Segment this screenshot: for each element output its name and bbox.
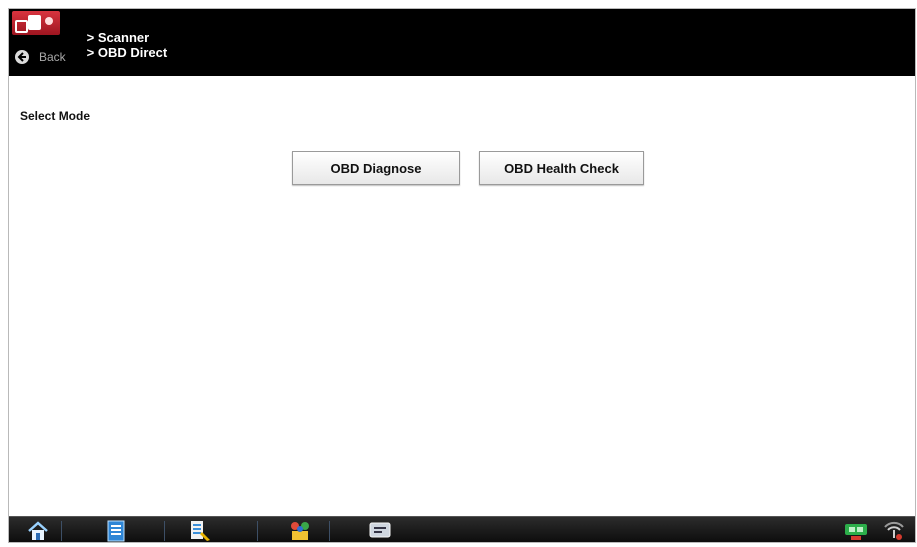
data-manager-icon[interactable] [185, 518, 215, 542]
obd-diagnose-button[interactable]: OBD Diagnose [292, 151, 460, 185]
obd-health-check-button[interactable]: OBD Health Check [479, 151, 644, 185]
back-button[interactable]: Back [15, 47, 66, 67]
taskbar [9, 516, 915, 542]
logo-mark-center [28, 15, 41, 30]
taskbar-divider [61, 521, 62, 541]
taskbar-divider [257, 521, 258, 541]
page-title: Select Mode [20, 109, 91, 123]
app-logo[interactable] [12, 11, 60, 35]
list-icon[interactable] [101, 518, 131, 542]
back-arrow-icon [15, 50, 29, 64]
connection-icon[interactable] [841, 518, 871, 542]
logo-mark-left [15, 20, 28, 33]
shop-tools-icon[interactable] [285, 518, 315, 542]
home-icon[interactable] [23, 518, 53, 542]
signal-icon[interactable] [879, 518, 909, 542]
header-bar: > Scanner > OBD Direct Back [9, 9, 915, 76]
back-label: Back [39, 50, 66, 64]
logo-mark-right [45, 17, 53, 25]
app-window: > Scanner > OBD Direct Back Select Mode … [8, 8, 916, 543]
taskbar-divider [329, 521, 330, 541]
breadcrumb: > Scanner > OBD Direct [65, 15, 176, 75]
breadcrumb-obd-direct[interactable]: > OBD Direct [87, 45, 168, 60]
taskbar-divider [164, 521, 165, 541]
breadcrumb-scanner[interactable]: > Scanner [87, 30, 150, 45]
viewer-icon[interactable] [365, 518, 395, 542]
